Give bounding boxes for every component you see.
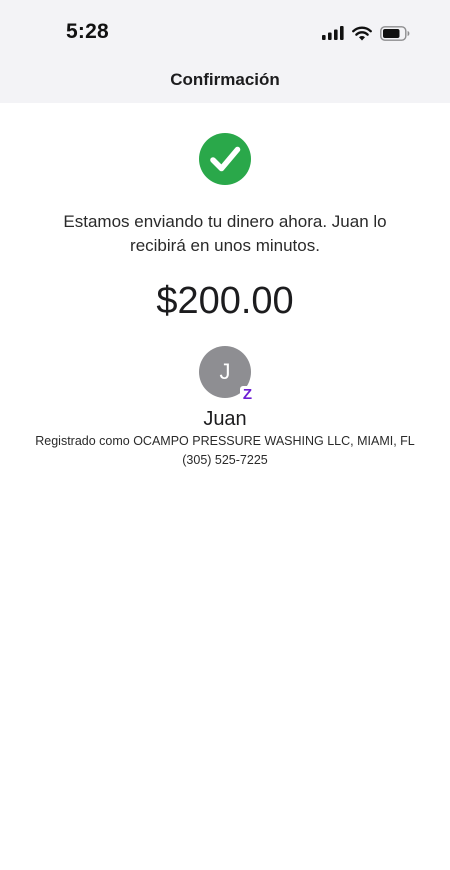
status-icons <box>322 24 410 42</box>
check-circle-icon <box>199 133 251 185</box>
cellular-signal-icon <box>322 26 344 40</box>
recipient-name: Juan <box>203 408 247 430</box>
recipient-registration: Registrado como OCAMPO PRESSURE WASHING … <box>35 434 415 448</box>
battery-icon <box>380 25 410 41</box>
amount-sent: $200.00 <box>156 280 294 322</box>
recipient-phone: (305) 525-7225 <box>182 453 268 467</box>
zelle-badge-icon: Z <box>240 386 255 403</box>
status-bar: 5:28 <box>0 0 450 62</box>
status-time: 5:28 <box>66 20 109 43</box>
wifi-icon <box>352 26 372 40</box>
page-title: Confirmación <box>170 70 280 89</box>
confirmation-message: Estamos enviando tu dinero ahora. Juan l… <box>63 212 387 255</box>
confirmation-screen: 5:28 Confirmación Estamos enviando tu di… <box>0 0 450 870</box>
top-bar: 5:28 Confirmación <box>0 0 450 103</box>
